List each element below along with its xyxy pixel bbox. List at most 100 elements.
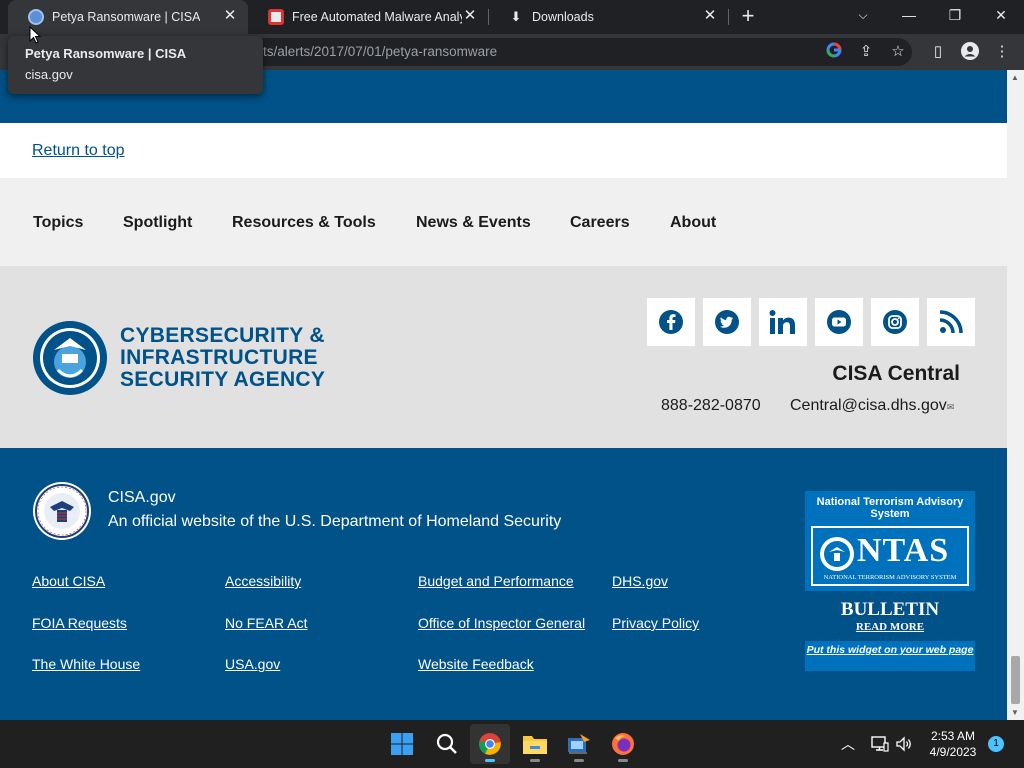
download-icon: ⬇	[510, 9, 522, 24]
taskbar-app[interactable]	[559, 724, 599, 764]
footer-link-accessibility[interactable]: Accessibility	[225, 573, 301, 589]
show-hidden-icons-icon[interactable]: ︿	[841, 734, 855, 754]
ntas-title: National Terrorism Advisory System	[816, 496, 964, 520]
youtube-link[interactable]	[815, 298, 863, 346]
nav-about[interactable]: About	[670, 214, 716, 232]
central-phone-link[interactable]: 888-282-0870	[661, 397, 761, 415]
linkedin-link[interactable]	[759, 298, 807, 346]
menu-icon[interactable]: ⋮	[992, 42, 1012, 62]
dhs-seal-icon[interactable]	[32, 481, 92, 541]
facebook-link[interactable]	[647, 298, 695, 346]
google-lens-icon[interactable]	[824, 42, 844, 62]
cisa-central-title: CISA Central	[832, 362, 960, 385]
share-icon[interactable]: ⇪	[856, 42, 876, 62]
footer-link-foia-requests[interactable]: FOIA Requests	[32, 615, 127, 631]
malware-analysis-favicon-icon	[268, 9, 284, 25]
agency-band: CYBERSECURITY & INFRASTRUCTURE SECURITY …	[0, 266, 1007, 448]
ntas-wordmark: NTAS	[857, 532, 950, 569]
clock-date: 4/9/2023	[929, 745, 977, 759]
new-tab-button[interactable]: +	[736, 4, 760, 28]
mouse-cursor-icon	[29, 26, 41, 44]
search-icon	[436, 733, 457, 754]
close-tab-icon[interactable]: ✕	[702, 8, 718, 24]
nav-topics[interactable]: Topics	[33, 214, 83, 232]
cisa-seal-icon[interactable]	[32, 320, 108, 396]
tab-malware-analysis[interactable]: Free Automated Malware Analysis ✕	[248, 0, 488, 34]
footer-link-usa-gov[interactable]: USA.gov	[225, 656, 280, 672]
chrome-icon	[479, 733, 501, 755]
central-email-link[interactable]: Central@cisa.dhs.gov✉	[790, 397, 954, 415]
rss-link[interactable]	[927, 298, 975, 346]
scroll-up-arrow-icon[interactable]: ▲	[1011, 73, 1019, 82]
clock-time: 2:53 AM	[930, 729, 976, 743]
rss-icon	[939, 310, 963, 334]
scroll-down-arrow-icon[interactable]: ▼	[1011, 708, 1019, 717]
app-icon	[568, 734, 590, 754]
youtube-icon	[827, 310, 851, 334]
active-app-indicator	[485, 759, 495, 762]
footer-link-white-house[interactable]: The White House	[32, 656, 140, 672]
tab-petya-ransomware[interactable]: Petya Ransomware | CISA ✕	[8, 0, 248, 34]
close-tab-icon[interactable]: ✕	[222, 8, 238, 24]
footer-link-about-cisa[interactable]: About CISA	[32, 573, 105, 589]
ntas-subtitle: NATIONAL TERRORISM ADVISORY SYSTEM	[823, 574, 957, 581]
restore-button[interactable]: ❐	[932, 0, 978, 30]
ntas-bulletin-label: BULLETIN	[840, 599, 940, 620]
ntas-logo: NTAS NATIONAL TERRORISM ADVISORY SYSTEM	[811, 526, 969, 586]
ntas-widget[interactable]: National Terrorism Advisory System NTAS …	[805, 491, 975, 671]
tab-hover-card: Petya Ransomware | CISA cisa.gov	[8, 36, 263, 94]
search-button[interactable]	[427, 724, 467, 764]
start-button[interactable]	[382, 724, 422, 764]
footer-link-budget-performance[interactable]: Budget and Performance	[418, 573, 574, 589]
taskbar-chrome[interactable]	[470, 724, 510, 764]
firefox-icon	[612, 733, 634, 755]
agency-logo-line: INFRASTRUCTURE	[120, 346, 318, 369]
instagram-icon	[883, 310, 907, 334]
ntas-widget-link[interactable]: Put this widget on your web page	[805, 641, 975, 671]
close-window-button[interactable]: ✕	[978, 0, 1024, 30]
taskbar-file-explorer[interactable]	[515, 724, 555, 764]
web-page: Return to top Topics Spotlight Resources…	[0, 70, 1007, 720]
side-panel-icon[interactable]: ▯	[928, 42, 948, 62]
cisa-gov-label: CISA.gov	[108, 489, 176, 506]
nav-spotlight[interactable]: Spotlight	[123, 214, 192, 232]
central-email-text: Central@cisa.dhs.gov	[790, 397, 947, 414]
ntas-read-more-link[interactable]: READ MORE	[805, 621, 975, 633]
nav-resources-tools[interactable]: Resources & Tools	[232, 214, 376, 232]
footer-link-website-feedback[interactable]: Website Feedback	[418, 656, 534, 672]
running-app-indicator	[618, 759, 628, 762]
page-scrollbar[interactable]: ▲ ▼	[1007, 70, 1024, 720]
ntas-header: National Terrorism Advisory System NTAS …	[805, 491, 975, 591]
running-app-indicator	[530, 759, 540, 762]
notification-badge[interactable]: 1	[988, 736, 1004, 752]
facebook-icon	[659, 310, 683, 334]
footer-link-no-fear-act[interactable]: No FEAR Act	[225, 615, 307, 631]
site-footer: CISA.gov An official website of the U.S.…	[0, 448, 1007, 720]
tab-search-icon[interactable]: ⌵	[840, 0, 886, 30]
folder-icon	[523, 736, 547, 754]
taskbar-firefox[interactable]	[603, 724, 643, 764]
close-tab-icon[interactable]: ✕	[462, 8, 478, 24]
volume-icon[interactable]	[895, 735, 913, 753]
profile-icon[interactable]	[960, 42, 980, 62]
nav-news-events[interactable]: News & Events	[416, 214, 531, 232]
twitter-link[interactable]	[703, 298, 751, 346]
tab-downloads[interactable]: ⬇ Downloads ✕	[488, 0, 728, 34]
agency-logo-line: SECURITY AGENCY	[120, 368, 326, 391]
taskbar-clock[interactable]: 2:53 AM 4/9/2023	[920, 728, 986, 760]
instagram-link[interactable]	[871, 298, 919, 346]
return-to-top-link[interactable]: Return to top	[32, 142, 125, 160]
footer-link-inspector-general[interactable]: Office of Inspector General	[418, 615, 585, 631]
running-app-indicator	[574, 759, 584, 762]
footer-link-dhs-gov[interactable]: DHS.gov	[612, 573, 668, 589]
minimize-button[interactable]: —	[886, 0, 932, 30]
tab-separator	[728, 9, 729, 25]
network-icon[interactable]	[871, 735, 889, 753]
footer-nav: Topics Spotlight Resources & Tools News …	[0, 178, 1007, 266]
cisa-favicon-icon	[28, 9, 44, 25]
scroll-thumb[interactable]	[1011, 656, 1020, 704]
email-icon: ✉	[946, 402, 955, 412]
bookmark-star-icon[interactable]: ☆	[888, 42, 908, 62]
footer-link-privacy-policy[interactable]: Privacy Policy	[612, 615, 699, 631]
nav-careers[interactable]: Careers	[570, 214, 630, 232]
